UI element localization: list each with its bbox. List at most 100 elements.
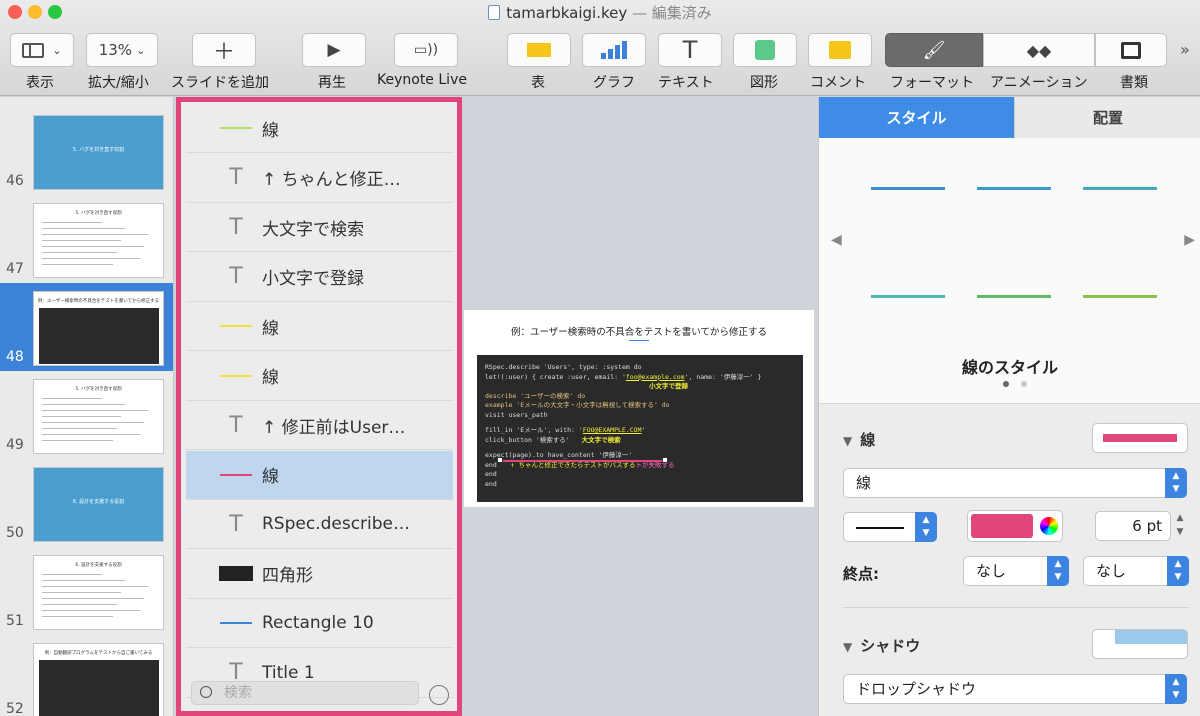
code-line: expect(page).to have_content '伊藤淳一' bbox=[485, 451, 795, 463]
document-button[interactable] bbox=[1095, 33, 1167, 67]
slide-thumbnail[interactable]: 例：自動翻訳プログラムをテストから自ご書いてみる bbox=[33, 643, 164, 716]
line-object-icon bbox=[218, 473, 254, 476]
slide-row-46[interactable]: 46 5. バグを対き直す収割 bbox=[0, 107, 173, 195]
selection-handle[interactable] bbox=[662, 457, 668, 463]
object-list-item[interactable]: 線 bbox=[186, 450, 453, 500]
line-style-preset[interactable] bbox=[1083, 187, 1157, 190]
slide-row-45[interactable] bbox=[0, 97, 173, 101]
toolbar-overflow-button[interactable]: » bbox=[1180, 40, 1190, 59]
object-list-item[interactable]: 線 bbox=[186, 104, 453, 153]
zoom-popup[interactable]: 13% ⌄ bbox=[86, 33, 158, 67]
slide-row-48[interactable]: 48 例：ユーザー検索時の不具合をテストを書いてから修正する bbox=[0, 283, 173, 371]
keynote-live-button[interactable]: ▭)) bbox=[394, 33, 458, 67]
line-style-preset[interactable] bbox=[871, 295, 945, 298]
chart-button[interactable] bbox=[582, 33, 646, 67]
note-lowercase[interactable]: 小文字で登録 bbox=[485, 382, 795, 392]
line-type-popup[interactable]: 線 ▲ ▼ bbox=[843, 468, 1187, 498]
object-list-item[interactable]: T 大文字で検索 bbox=[186, 203, 453, 252]
slide-thumbnail[interactable]: 6. 設計を支援する役割 bbox=[33, 555, 164, 630]
code-block[interactable]: RSpec.describe 'Users', type: :system do… bbox=[477, 355, 803, 502]
document-label: 書類 bbox=[1120, 75, 1148, 91]
slide-thumbnail[interactable]: 5. バグを対き直す収割 bbox=[33, 203, 164, 278]
format-button[interactable]: 🖌 bbox=[885, 33, 983, 67]
shape-button[interactable] bbox=[733, 33, 797, 67]
shadow-type-popup[interactable]: ドロップシャドウ ▲ ▼ bbox=[843, 674, 1187, 704]
note-uppercase[interactable]: 大文字で検索 bbox=[582, 436, 621, 444]
thumbnail-title: 例：ユーザー検索時の不具合をテストを書いてから修正する bbox=[37, 299, 160, 304]
slide-title[interactable]: 例：ユーザー検索時の不具合をテストを書いてから修正する bbox=[464, 324, 814, 338]
view-button[interactable]: ⌄ bbox=[10, 33, 74, 67]
object-list-item[interactable]: T 小文字で登録 bbox=[186, 253, 453, 302]
line-style-preset[interactable] bbox=[1083, 295, 1157, 298]
slide-canvas[interactable]: 例：ユーザー検索時の不具合をテストを書いてから修正する RSpec.descri… bbox=[462, 97, 817, 716]
table-button[interactable] bbox=[507, 33, 571, 67]
object-list-item[interactable]: 線 bbox=[186, 302, 453, 351]
line-style-preset[interactable] bbox=[977, 187, 1051, 190]
slide-row-51[interactable]: 51 6. 設計を支援する役割 bbox=[0, 547, 173, 635]
slide-number: 49 bbox=[6, 437, 24, 453]
shadow-section-header[interactable]: ▼ シャドウ bbox=[843, 635, 920, 656]
current-slide[interactable]: 例：ユーザー検索時の不具合をテストを書いてから修正する RSpec.descri… bbox=[464, 310, 814, 507]
selected-line-shape[interactable] bbox=[499, 460, 664, 462]
end-endpoint-popup[interactable]: なし ▲ ▼ bbox=[1083, 556, 1189, 586]
slide-row-52[interactable]: 52 例：自動翻訳プログラムをテストから自ご書いてみる bbox=[0, 635, 173, 716]
shadow-preview[interactable] bbox=[1092, 629, 1188, 659]
line-styles-label: 線のスタイル bbox=[961, 358, 1058, 377]
comment-button[interactable] bbox=[808, 33, 872, 67]
next-page-icon[interactable]: ▶ bbox=[1184, 232, 1195, 248]
add-slide-button[interactable]: ＋ bbox=[192, 33, 256, 67]
line-dash-popup[interactable]: ▲ ▼ bbox=[843, 512, 937, 542]
filter-icon[interactable] bbox=[429, 685, 449, 705]
thumbnail-title: 例：自動翻訳プログラムをテストから自ご書いてみる bbox=[44, 651, 153, 656]
search-icon bbox=[200, 686, 212, 698]
tab-arrange[interactable]: 配置 bbox=[1014, 97, 1200, 138]
updown-arrows-icon: ▲ ▼ bbox=[1047, 556, 1069, 586]
slide-row-50[interactable]: 50 6. 設計を支援する役割 bbox=[0, 459, 173, 547]
slide-row-49[interactable]: 49 5. バグを対き直す収割 bbox=[0, 371, 173, 459]
line-style-preset[interactable] bbox=[977, 295, 1051, 298]
thumbnail-code-block bbox=[39, 660, 159, 716]
object-list-item[interactable]: Rectangle 10 bbox=[186, 599, 453, 648]
title-underline[interactable] bbox=[629, 340, 649, 341]
play-button[interactable]: ▶ bbox=[302, 33, 366, 67]
previous-page-icon[interactable]: ◀ bbox=[831, 232, 842, 248]
object-search-input[interactable]: 検索 bbox=[191, 681, 419, 705]
line-color-well[interactable] bbox=[967, 510, 1063, 542]
line-object-icon bbox=[218, 622, 254, 624]
slide-number: 46 bbox=[6, 173, 24, 189]
thumbnail-text-line bbox=[42, 246, 144, 247]
start-endpoint-popup[interactable]: なし ▲ ▼ bbox=[963, 556, 1069, 586]
code-line: end bbox=[485, 470, 497, 478]
object-list-item[interactable]: T RSpec.describe… bbox=[186, 500, 453, 549]
line-width-stepper[interactable]: ▲ ▼ bbox=[1173, 511, 1187, 541]
slide-row-47[interactable]: 47 5. バグを対き直す収割 bbox=[0, 195, 173, 283]
object-list-item[interactable]: 四角形 bbox=[186, 550, 453, 599]
object-list-item[interactable]: 線 bbox=[186, 352, 453, 401]
animate-button[interactable]: ◆◆ bbox=[983, 33, 1095, 67]
tab-style[interactable]: スタイル bbox=[819, 97, 1014, 138]
slide-thumbnail[interactable]: 6. 設計を支援する役割 bbox=[33, 467, 164, 542]
text-button[interactable]: T bbox=[658, 33, 722, 67]
code-line: end bbox=[485, 479, 497, 488]
line-color-swatch bbox=[971, 514, 1033, 538]
slide-navigator[interactable]: 46 5. バグを対き直す収割 47 5. バグを対き直す収割 48 例：ユーザー検索時の… bbox=[0, 97, 174, 716]
slide-thumbnail[interactable]: 5. バグを対き直す収割 bbox=[33, 115, 164, 190]
color-wheel-icon[interactable] bbox=[1040, 517, 1058, 535]
thumbnail-text-line bbox=[42, 410, 148, 411]
line-style-preset[interactable] bbox=[871, 187, 945, 190]
object-list-item[interactable]: T ↑ 修正前はUser… bbox=[186, 401, 453, 450]
line-width-field[interactable]: 6 pt bbox=[1095, 511, 1171, 541]
format-label: フォーマット bbox=[890, 75, 974, 91]
object-list-item[interactable]: T ↑ ちゃんと修正… bbox=[186, 154, 453, 203]
page-dot[interactable] bbox=[1021, 381, 1027, 387]
thumbnail-text-line bbox=[42, 222, 102, 223]
line-preview-swatch[interactable] bbox=[1092, 423, 1188, 453]
line-section-header[interactable]: ▼ 線 bbox=[843, 429, 875, 450]
selection-handle[interactable] bbox=[497, 457, 503, 463]
page-dot[interactable] bbox=[1003, 381, 1009, 387]
slide-thumbnail[interactable]: 5. バグを対き直す収割 bbox=[33, 379, 164, 454]
keynote-document-icon bbox=[488, 5, 501, 20]
format-inspector: スタイル 配置 ◀ ▶ 線のスタイル ▼ 線 線 ▲ ▼ ▲ ▼ 6 pt ▲ ▼ 終点:… bbox=[818, 97, 1200, 716]
object-list[interactable]: 線 T ↑ ちゃんと修正… T 大文字で検索 T 小文字で登録線線 T ↑ 修正前はUser… 線… bbox=[176, 97, 462, 716]
slide-thumbnail[interactable]: 例：ユーザー検索時の不具合をテストを書いてから修正する bbox=[33, 291, 164, 366]
